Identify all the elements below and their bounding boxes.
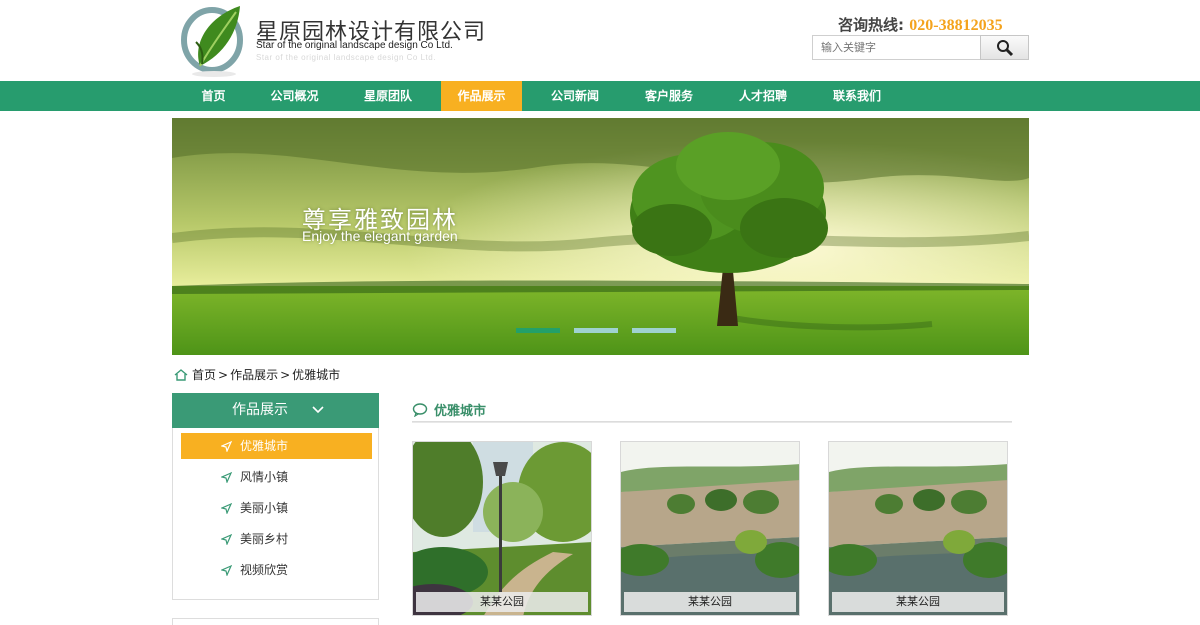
sidebar-item-style-town[interactable]: 风情小镇 (181, 464, 372, 490)
sidebar-item-label: 美丽小镇 (240, 501, 289, 515)
section-divider (412, 421, 1012, 423)
hotline-label: 咨询热线: (838, 16, 904, 34)
nav-item-jobs[interactable]: 人才招聘 (721, 81, 805, 111)
banner-title-en: Enjoy the elegant garden (302, 228, 458, 244)
sidebar-item-beautiful-village[interactable]: 美丽乡村 (181, 526, 372, 552)
nav-item-home[interactable]: 首页 (186, 81, 241, 111)
main-nav: 首页 公司概况 星原团队 作品展示 公司新闻 客户服务 人才招聘 联系我们 (0, 81, 1200, 111)
hero-banner[interactable]: 尊享雅致园林 Enjoy the elegant garden (172, 118, 1029, 355)
page: 星原园林设计有限公司 Star of the original landscap… (0, 0, 1200, 625)
search-icon (997, 40, 1014, 57)
project-photo-park-pond (621, 442, 799, 615)
nav-item-company[interactable]: 公司概况 (252, 81, 337, 111)
sidebar-item-label: 优雅城市 (240, 439, 289, 453)
section-title-text: 优雅城市 (434, 404, 487, 419)
chat-bubble-icon (412, 402, 428, 417)
project-caption: 某某公园 (832, 592, 1004, 612)
arrow-pointer-icon (221, 565, 232, 576)
arrow-pointer-icon (221, 472, 232, 483)
sidebar-item-beautiful-town[interactable]: 美丽小镇 (181, 495, 372, 521)
sidebar-title: 作品展示 (232, 402, 288, 418)
company-name-en-reflection: Star of the original landscape design Co… (256, 53, 436, 62)
project-caption: 某某公园 (624, 592, 796, 612)
nav-item-service[interactable]: 客户服务 (627, 81, 711, 111)
leaf-logo[interactable] (180, 2, 246, 78)
hotline-number: 020-38812035 (909, 17, 1003, 34)
nav-item-news[interactable]: 公司新闻 (533, 81, 617, 111)
sidebar-secondary-panel (172, 618, 379, 625)
home-icon (174, 368, 188, 381)
project-card[interactable]: 某某公园 (620, 441, 800, 616)
nav-item-team[interactable]: 星原团队 (347, 81, 429, 111)
breadcrumb-section[interactable]: 作品展示 (230, 366, 278, 383)
project-card[interactable]: 某某公园 (412, 441, 592, 616)
sidebar-item-elegant-city[interactable]: 优雅城市 (181, 433, 372, 459)
project-photo-park-path (413, 442, 591, 615)
section-title: 优雅城市 (412, 400, 486, 419)
project-photo-park-pond (829, 442, 1007, 615)
project-caption: 某某公园 (416, 592, 588, 612)
slide-dot-1[interactable] (516, 328, 560, 333)
breadcrumb-current: 优雅城市 (292, 368, 341, 382)
sidebar-item-label: 美丽乡村 (240, 532, 289, 546)
hotline: 咨询热线: 020-38812035 (838, 14, 1003, 35)
sidebar: 作品展示 优雅城市 风情小镇 美丽小镇 美丽乡村 视频欣赏 (172, 393, 379, 600)
search-button[interactable] (980, 35, 1029, 60)
company-name-en: Star of the original landscape design Co… (256, 40, 453, 51)
nav-item-works[interactable]: 作品展示 (441, 81, 522, 111)
breadcrumb: 首页 > 作品展示 > 优雅城市 (174, 366, 342, 383)
banner-image (172, 118, 1029, 355)
search-box (812, 35, 1029, 60)
project-card[interactable]: 某某公园 (828, 441, 1008, 616)
search-input[interactable] (812, 35, 980, 60)
sidebar-item-label: 视频欣赏 (240, 563, 289, 577)
sidebar-item-label: 风情小镇 (240, 470, 289, 484)
breadcrumb-separator: > (218, 367, 229, 382)
slide-dot-3[interactable] (632, 328, 676, 333)
slide-dot-2[interactable] (574, 328, 618, 333)
chevron-down-icon (312, 406, 324, 414)
arrow-pointer-icon (221, 503, 232, 514)
arrow-pointer-icon (221, 441, 232, 452)
breadcrumb-home[interactable]: 首页 (192, 366, 216, 383)
breadcrumb-separator: > (280, 367, 291, 382)
sidebar-header[interactable]: 作品展示 (172, 393, 379, 428)
arrow-pointer-icon (221, 534, 232, 545)
nav-item-contact[interactable]: 联系我们 (815, 81, 899, 111)
sidebar-item-videos[interactable]: 视频欣赏 (181, 557, 372, 583)
